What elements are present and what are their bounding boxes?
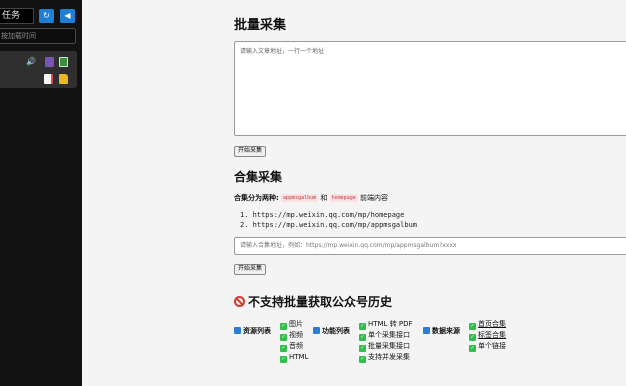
album-description: 合集分为两种: appmsgalbum 和 homepage 前端内容: [234, 193, 388, 203]
check-icon: ✓: [280, 356, 287, 363]
document-icon: [44, 74, 53, 84]
list-item: ✓ 批量采集接口: [359, 342, 410, 352]
list-item: ✓ 音频: [280, 342, 303, 352]
sources-list: ✓ 首页合集 ✓ 标签合集 ✓ 单个链接: [469, 319, 506, 352]
check-icon: ✓: [359, 345, 366, 352]
album-url-list: 1. https://mp.weixin.qq.com/mp/homepage …: [240, 210, 417, 230]
cube-icon: [234, 327, 241, 334]
list-item[interactable]: ✓ 标签合集: [469, 330, 506, 341]
album-title: 合集采集: [234, 170, 283, 184]
sources-label: 数据来源: [423, 326, 460, 336]
album-desc-label: 合集分为两种:: [234, 194, 279, 202]
check-icon: ✓: [280, 345, 287, 352]
batch-url-textarea[interactable]: 请输入文章地址，一行一个地址: [234, 41, 626, 136]
sidebar-item[interactable]: 🔊: [0, 51, 77, 88]
functions-label: 功能列表: [313, 326, 350, 336]
album-code-appmsgalbum: appmsgalbum: [281, 194, 319, 202]
check-icon: ✓: [359, 356, 366, 363]
album-start-button[interactable]: 开始采集: [234, 264, 267, 275]
cube-icon: [423, 327, 430, 334]
list-item: ✓ 单个链接: [469, 342, 506, 352]
album-code-homepage: homepage: [329, 194, 358, 202]
album-url-item: 1. https://mp.weixin.qq.com/mp/homepage: [240, 211, 405, 219]
album-url-item: 2. https://mp.weixin.qq.com/mp/appmsgalb…: [240, 221, 418, 229]
back-icon[interactable]: ◀: [60, 9, 75, 23]
list-item: ✓ 单个采集接口: [359, 331, 410, 341]
batch-title: 批量采集: [234, 18, 287, 33]
functions-list: ✓ HTML 转 PDF ✓ 单个采集接口 ✓ 批量采集接口 ✓ 支持并发采集: [359, 319, 413, 363]
check-icon: ✓: [469, 334, 476, 341]
resources-label: 资源列表: [234, 326, 271, 336]
folder-icon: [59, 74, 68, 84]
check-icon: ✓: [469, 323, 476, 330]
nosupport-heading: 不支持批量获取公众号历史: [234, 293, 392, 310]
list-item: ✓ 支持并发采集: [359, 353, 410, 363]
sidebar: 任务 ↻ ◀ 按加载时间 🔊: [0, 0, 82, 386]
check-icon: ✓: [359, 334, 366, 341]
resources-list: ✓ 图片 ✓ 视频 ✓ 音频 ✓ HTML: [280, 319, 308, 363]
main-panel: 批量采集 请输入文章地址，一行一个地址 开始采集 合集采集 合集分为两种: ap…: [82, 0, 626, 386]
album-url-input[interactable]: 请输入合集地址，例如：https://mp.weixin.qq.com/mp/a…: [234, 237, 626, 255]
album-desc-and: 和: [320, 194, 328, 202]
source-link-tag[interactable]: 标签合集: [478, 331, 506, 339]
check-icon: ✓: [280, 323, 287, 330]
image-icon: [59, 57, 68, 67]
sound-icon: 🔊: [26, 57, 36, 66]
list-item: ✓ HTML 转 PDF: [359, 320, 413, 330]
list-item: ✓ HTML: [280, 353, 309, 363]
cube-icon: [313, 327, 320, 334]
refresh-icon[interactable]: ↻: [39, 9, 54, 23]
check-icon: ✓: [469, 345, 476, 352]
ban-icon: [234, 296, 245, 307]
check-icon: ✓: [280, 334, 287, 341]
sidebar-search-input[interactable]: 按加载时间: [0, 28, 76, 44]
list-item[interactable]: ✓ 首页合集: [469, 319, 506, 330]
nosupport-title: 不支持批量获取公众号历史: [248, 295, 393, 309]
app-window: 任务 ↻ ◀ 按加载时间 🔊 批量采集 请输入文章地址，一行一个地址 开始采集 …: [0, 0, 626, 386]
list-item: ✓ 图片: [280, 320, 303, 330]
album-desc-suffix: 前端内容: [359, 194, 388, 202]
task-tab[interactable]: 任务: [0, 8, 34, 24]
batch-start-button[interactable]: 开始采集: [234, 146, 267, 157]
source-link-homepage[interactable]: 首页合集: [478, 320, 506, 328]
video-icon: [45, 57, 54, 67]
list-item: ✓ 视频: [280, 331, 303, 341]
check-icon: ✓: [359, 323, 366, 330]
